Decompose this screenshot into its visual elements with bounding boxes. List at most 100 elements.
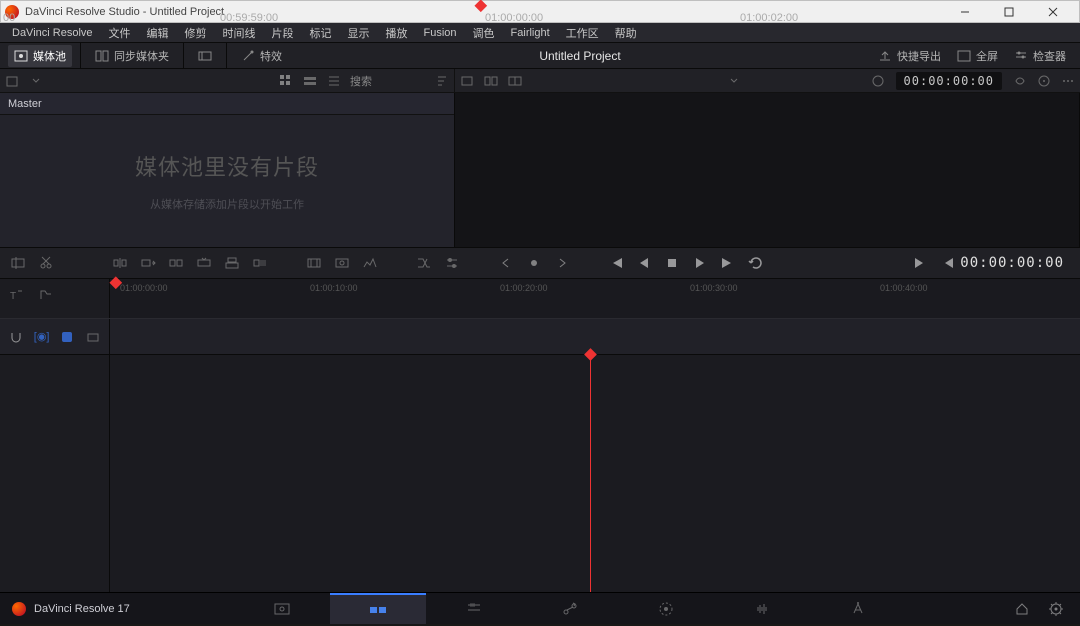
list-view-button[interactable] [322,69,346,93]
project-settings-button[interactable] [1044,597,1068,621]
page-color[interactable] [618,593,714,624]
page-fairlight[interactable] [714,593,810,624]
play-button[interactable] [688,251,712,275]
viewer-tool1[interactable] [455,69,479,93]
menu-item[interactable]: Fairlight [503,25,558,41]
search-input[interactable]: 搜索 [350,73,430,89]
import-button[interactable] [0,69,24,93]
snap-button[interactable] [6,325,26,349]
viewer-tool2[interactable] [479,69,503,93]
menu-item[interactable]: 工作区 [558,23,607,43]
fullscreen-button[interactable]: 全屏 [951,45,1004,67]
transition-button[interactable] [412,251,436,275]
settings-sliders-button[interactable] [440,251,464,275]
menu-item[interactable]: DaVinci Resolve [4,25,101,41]
nav-prev-button[interactable] [494,251,518,275]
home-button[interactable] [1010,597,1034,621]
window-maximize-button[interactable] [987,1,1031,23]
scissors-button[interactable] [34,251,58,275]
playhead[interactable] [590,355,591,592]
page-deliver[interactable] [810,593,906,624]
sync-bin-toggle[interactable]: 同步媒体夹 [89,45,175,67]
sort-button[interactable] [430,69,454,93]
ripple-overwrite-button[interactable] [164,251,188,275]
tool-b-button[interactable] [330,251,354,275]
menu-item[interactable]: 标记 [302,23,340,43]
ruler-tick: 00 [3,12,15,24]
go-start-button[interactable] [604,251,628,275]
effects-toggle[interactable]: 特效 [235,45,288,67]
window-close-button[interactable] [1031,1,1075,23]
viewer-opt1[interactable] [1008,69,1032,93]
strip-view-button[interactable] [298,69,322,93]
menu-item[interactable]: Fusion [416,25,465,41]
upper-ruler-row: T 01:00:00:0001:00:10:0001:00:20:0001:00… [0,279,1080,319]
timeline-tracks[interactable] [110,355,1080,592]
dropdown-arrow[interactable] [24,69,48,93]
timecode-tc-icon[interactable] [866,69,890,93]
media-pool-toggle[interactable]: 媒体池 [8,45,72,67]
menu-item[interactable]: 片段 [264,23,302,43]
insert-clip-button[interactable] [6,251,30,275]
page-media[interactable] [234,593,330,624]
empty-media-title: 媒体池里没有片段 [135,150,319,182]
thumbnails-view-button[interactable] [274,69,298,93]
ruler-tick: 01:00:00:00 [485,12,543,24]
next-clip-button[interactable] [908,251,932,275]
master-bin-label: Master [8,98,42,110]
menu-item[interactable]: 调色 [465,23,503,43]
project-title: Untitled Project [296,49,864,63]
page-switcher: DaVinci Resolve 17 [0,592,1080,624]
timeline-body [0,355,1080,592]
loop-button[interactable] [744,251,768,275]
quick-export-button[interactable]: 快捷导出 [872,45,947,67]
append-button[interactable] [136,251,160,275]
nav-marker-button[interactable] [522,251,546,275]
play-reverse-button[interactable] [632,251,656,275]
upper-ruler[interactable]: 01:00:00:0001:00:10:0001:00:20:0001:00:3… [110,279,1080,318]
viewer-timecode[interactable]: 00:00:00:00 [896,72,1002,90]
track-headers[interactable] [0,355,110,592]
menu-item[interactable]: 时间线 [215,23,264,43]
tool-a-button[interactable] [302,251,326,275]
menu-item[interactable]: 播放 [378,23,416,43]
master-timecode[interactable]: 00:00:00:00 [960,255,1074,271]
track-opt-b[interactable] [34,283,58,307]
page-edit[interactable] [426,593,522,624]
page-fusion[interactable] [522,593,618,624]
master-bin-row[interactable]: Master [0,93,454,115]
source-overwrite-button[interactable] [248,251,272,275]
brand-label: DaVinci Resolve 17 [0,602,142,616]
flag-tool-button[interactable] [58,325,78,349]
go-end-button[interactable] [716,251,740,275]
stop-button[interactable] [660,251,684,275]
close-up-button[interactable] [192,251,216,275]
nav-next-button[interactable] [550,251,574,275]
menu-item[interactable]: 编辑 [139,23,177,43]
marker-tool-button[interactable]: [◉] [32,325,52,349]
viewer-panel[interactable] [455,93,1080,247]
fullscreen-icon [957,49,971,63]
workspace-toolbar: 媒体池 同步媒体夹 特效 Untitled Project 快捷导出 全屏 检查… [0,43,1080,69]
edit-toolbar: 00:00:00:00 [0,247,1080,279]
prev-clip-button[interactable] [936,251,960,275]
page-cut[interactable] [330,593,426,624]
zoom-dropdown[interactable] [722,69,746,93]
viewer-tool3[interactable] [503,69,527,93]
menu-item[interactable]: 文件 [101,23,139,43]
ruler-tick: 01:00:30:00 [690,283,738,293]
menu-item[interactable]: 帮助 [607,23,645,43]
viewer-menu[interactable] [1056,69,1080,93]
transitions-tool1[interactable] [192,46,218,66]
frame-icon [198,49,212,63]
smart-insert-button[interactable] [108,251,132,275]
inspector-button[interactable]: 检查器 [1008,45,1072,67]
track-opt-a[interactable]: T [4,283,28,307]
viewer-opt2[interactable] [1032,69,1056,93]
view-tool-button[interactable] [83,325,103,349]
menu-item[interactable]: 修剪 [177,23,215,43]
tool-c-button[interactable] [358,251,382,275]
menu-item[interactable]: 显示 [340,23,378,43]
window-minimize-button[interactable] [943,1,987,23]
place-on-top-button[interactable] [220,251,244,275]
